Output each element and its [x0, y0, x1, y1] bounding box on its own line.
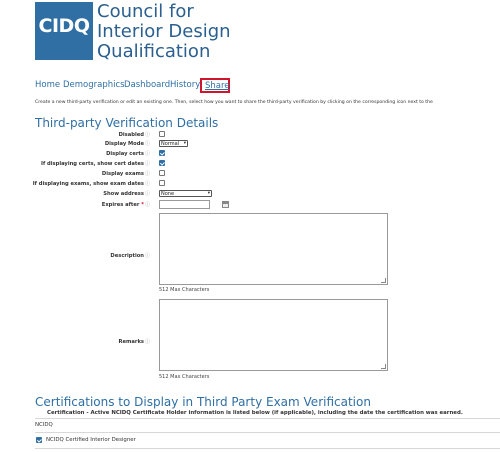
cert-item-label: NCIDQ Certified Interior Designer [46, 437, 136, 443]
show-exam-dates-label: If displaying exams, show exam datesⓘ [32, 181, 150, 187]
display-mode-label: Display Modeⓘ [104, 141, 150, 147]
nav-share-label[interactable]: Share [205, 81, 230, 91]
expires-after-input[interactable] [159, 200, 210, 209]
remarks-textarea[interactable] [159, 299, 388, 371]
help-icon[interactable]: ⓘ [145, 339, 150, 345]
help-icon[interactable]: ⓘ [145, 151, 150, 157]
description-hint: 512 Max Characters [159, 287, 210, 293]
description-textarea[interactable] [159, 213, 388, 285]
display-exams-label: Display examsⓘ [101, 171, 150, 177]
help-icon[interactable]: ⓘ [145, 191, 150, 197]
nav-share[interactable]: Share [200, 78, 230, 93]
nav-dashboard[interactable]: Dashboard [124, 80, 170, 90]
cert-checkbox[interactable] [36, 437, 42, 443]
intro-text: Create a new third-party verification or… [35, 100, 433, 105]
logo-text: CIDQ [38, 15, 90, 37]
disabled-checkbox[interactable] [159, 131, 165, 137]
help-icon[interactable]: ⓘ [145, 253, 150, 259]
chevron-down-icon: ▾ [207, 191, 210, 196]
description-label: Descriptionⓘ [110, 253, 150, 259]
nav-demographics[interactable]: Demographics [63, 80, 125, 90]
disabled-label: Disabledⓘ [118, 132, 150, 138]
divider [35, 418, 500, 419]
remarks-label: Remarksⓘ [118, 339, 150, 345]
display-certs-checkbox[interactable] [159, 150, 165, 156]
resize-handle[interactable] [381, 278, 386, 283]
help-icon[interactable]: ⓘ [145, 171, 150, 177]
divider [35, 448, 500, 449]
nav-home[interactable]: Home [35, 80, 60, 90]
nav-history[interactable]: History [170, 80, 200, 90]
show-cert-dates-label: If displaying certs, show cert datesⓘ [41, 161, 150, 167]
form-title: Third-party Verification Details [35, 116, 219, 130]
calendar-icon[interactable] [222, 201, 229, 208]
help-icon[interactable]: ⓘ [145, 141, 150, 147]
show-cert-dates-checkbox[interactable] [159, 160, 165, 166]
chevron-down-icon: ▾ [183, 141, 186, 146]
resize-handle[interactable] [381, 364, 386, 369]
org-name-line-1: Council for [97, 1, 194, 22]
help-icon[interactable]: ⓘ [145, 202, 150, 208]
remarks-hint: 512 Max Characters [159, 374, 210, 380]
expires-after-label: Expires after *ⓘ [101, 202, 150, 208]
show-exam-dates-checkbox[interactable] [159, 180, 165, 186]
help-icon[interactable]: ⓘ [145, 132, 150, 138]
display-certs-label: Display certsⓘ [106, 151, 150, 157]
help-icon[interactable]: ⓘ [145, 181, 150, 187]
cert-group-label: NCIDQ [35, 422, 53, 428]
display-exams-checkbox[interactable] [159, 170, 165, 176]
certifications-header: Certification - Active NCIDQ Certificate… [47, 410, 463, 416]
show-address-select[interactable]: None ▾ [159, 190, 212, 197]
org-name-line-3: Qualification [97, 41, 211, 62]
help-icon[interactable]: ⓘ [145, 161, 150, 167]
org-name-line-2: Interior Design [97, 21, 231, 42]
certifications-title: Certifications to Display in Third Party… [35, 395, 371, 409]
show-address-label: Show addressⓘ [103, 191, 150, 197]
divider [35, 432, 500, 433]
display-mode-select[interactable]: Normal ▾ [159, 140, 188, 147]
